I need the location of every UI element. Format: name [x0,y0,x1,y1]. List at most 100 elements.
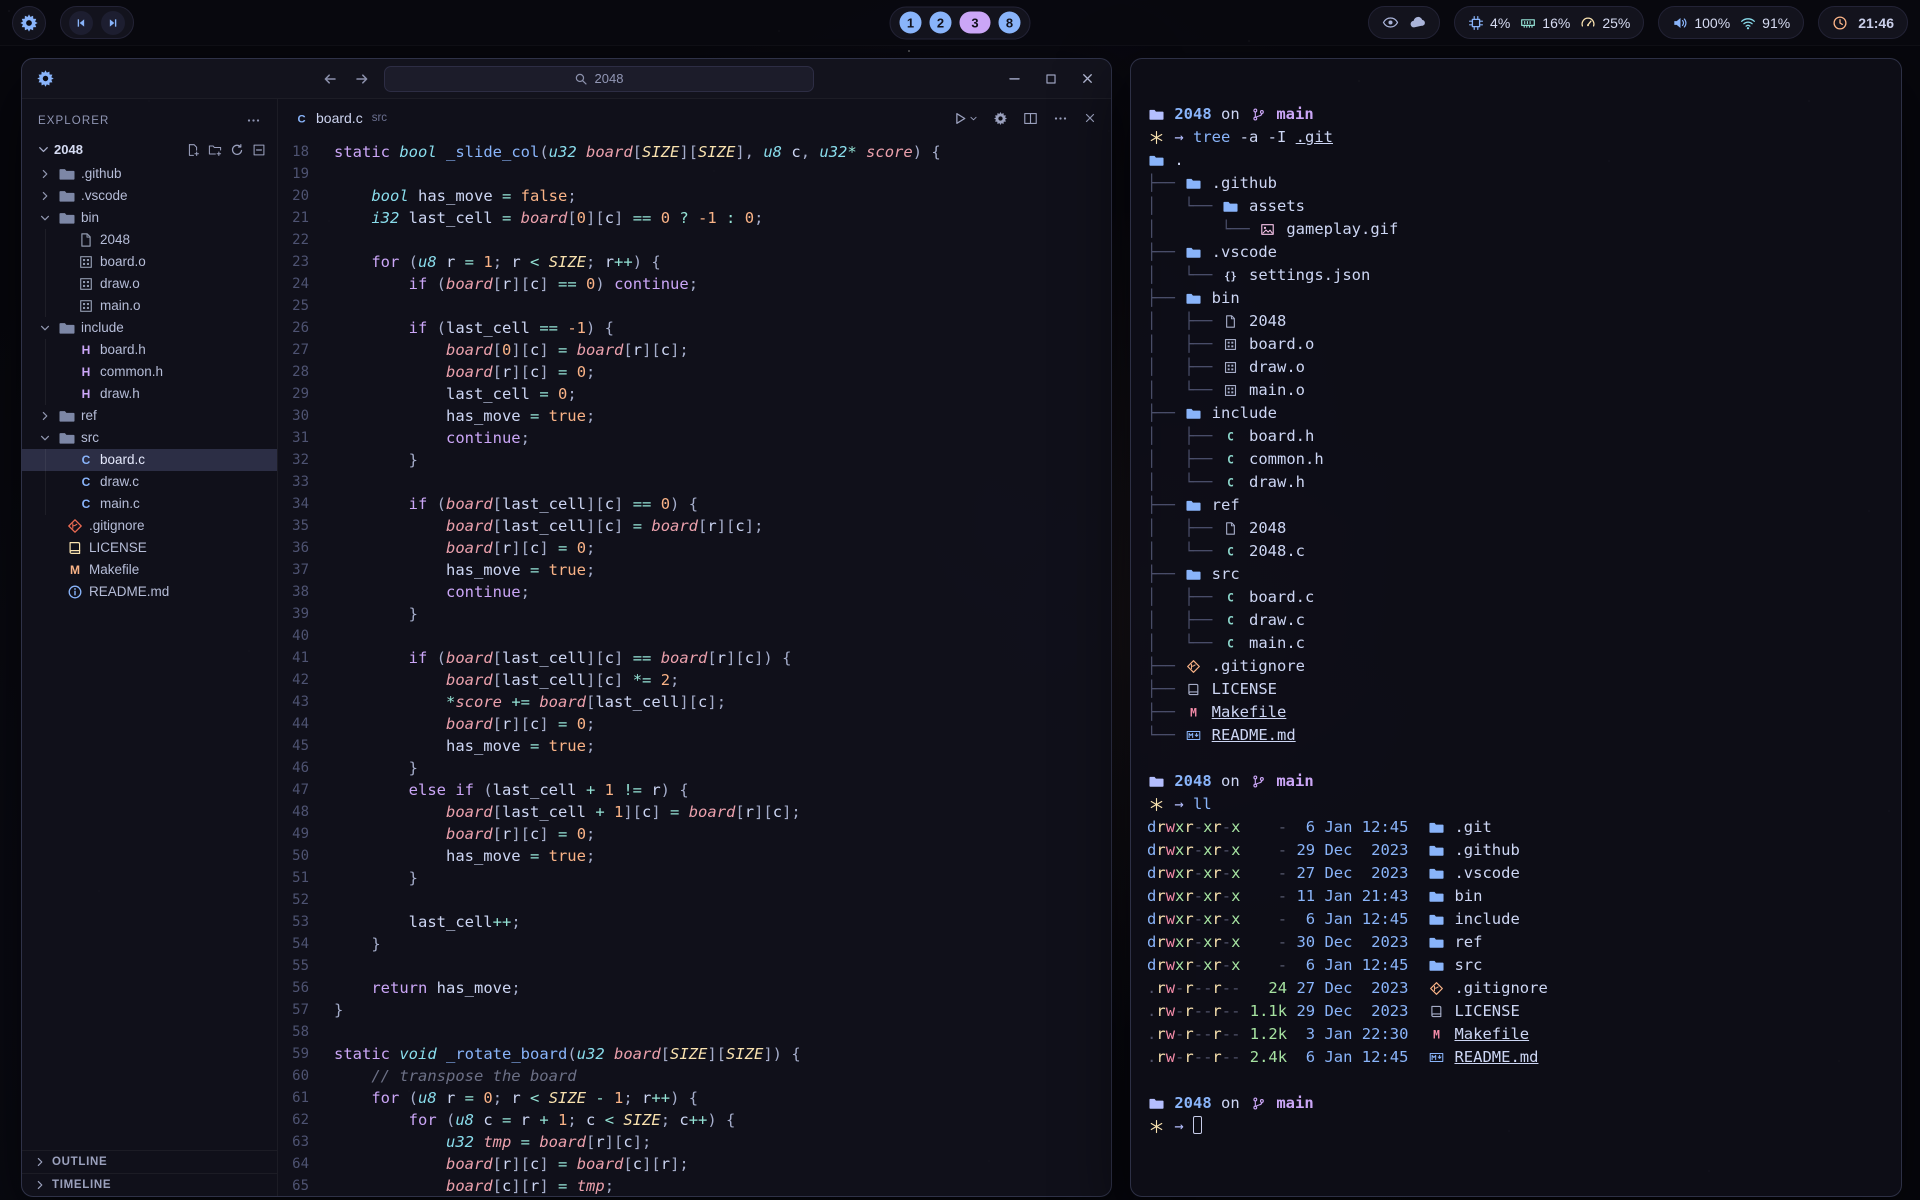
code-line-57[interactable]: 57} [278,999,1111,1021]
media-next-button[interactable] [101,11,125,35]
maximize-button[interactable] [1042,70,1060,88]
tree-item-include[interactable]: include [22,317,277,339]
code-line-60[interactable]: 60 // transpose the board [278,1065,1111,1087]
launcher-button[interactable] [12,6,46,40]
tree-item-README.md[interactable]: README.md [22,581,277,603]
new-file-button[interactable] [185,142,201,158]
code-line-46[interactable]: 46 } [278,757,1111,779]
explorer-more-button[interactable] [246,113,261,129]
workspace-button-1[interactable]: 1 [900,12,922,34]
run-button[interactable] [952,111,978,126]
tree-item-Makefile[interactable]: MMakefile [22,559,277,581]
weather-widget[interactable] [1368,6,1440,39]
new-folder-button[interactable] [207,142,223,158]
code-line-42[interactable]: 42 board[last_cell][c] *= 2; [278,669,1111,691]
nav-back-button[interactable] [320,69,340,89]
tree-item-draw.o[interactable]: draw.o [22,273,277,295]
code-line-58[interactable]: 58 [278,1021,1111,1043]
code-line-47[interactable]: 47 else if (last_cell + 1 != r) { [278,779,1111,801]
code-line-21[interactable]: 21 i32 last_cell = board[0][c] == 0 ? -1… [278,207,1111,229]
tree-item-bin[interactable]: bin [22,207,277,229]
code-line-27[interactable]: 27 board[0][c] = board[r][c]; [278,339,1111,361]
code-line-65[interactable]: 65 board[c][r] = tmp; [278,1175,1111,1196]
tree-item-draw.c[interactable]: Cdraw.c [22,471,277,493]
code-line-18[interactable]: 18static bool _slide_col(u32 board[SIZE]… [278,141,1111,163]
code-line-36[interactable]: 36 board[r][c] = 0; [278,537,1111,559]
code-line-44[interactable]: 44 board[r][c] = 0; [278,713,1111,735]
code-line-48[interactable]: 48 board[last_cell + 1][c] = board[r][c]… [278,801,1111,823]
code-line-30[interactable]: 30 has_move = true; [278,405,1111,427]
terminal-window[interactable]: 2048 on main → tree -a -I .git .├── .git… [1130,58,1902,1197]
code-line-34[interactable]: 34 if (board[last_cell][c] == 0) { [278,493,1111,515]
code-line-25[interactable]: 25 [278,295,1111,317]
tree-item-LICENSE[interactable]: LICENSE [22,537,277,559]
nav-forward-button[interactable] [352,69,372,89]
media-prev-button[interactable] [69,11,93,35]
code-line-49[interactable]: 49 board[r][c] = 0; [278,823,1111,845]
tree-item-src[interactable]: src [22,427,277,449]
workspace-button-2[interactable]: 2 [930,12,952,34]
tree-item-.github[interactable]: .github [22,163,277,185]
settings-button[interactable] [993,111,1008,126]
code-line-54[interactable]: 54 } [278,933,1111,955]
code-line-24[interactable]: 24 if (board[r][c] == 0) continue; [278,273,1111,295]
code-line-56[interactable]: 56 return has_move; [278,977,1111,999]
code-line-43[interactable]: 43 *score += board[last_cell][c]; [278,691,1111,713]
tree-item-board.o[interactable]: board.o [22,251,277,273]
code-line-55[interactable]: 55 [278,955,1111,977]
code-line-39[interactable]: 39 } [278,603,1111,625]
code-line-53[interactable]: 53 last_cell++; [278,911,1111,933]
close-editor-button[interactable] [1083,111,1097,125]
tree-item-2048[interactable]: 2048 [22,229,277,251]
code-line-33[interactable]: 33 [278,471,1111,493]
code-line-32[interactable]: 32 } [278,449,1111,471]
code-line-52[interactable]: 52 [278,889,1111,911]
tree-item-draw.h[interactable]: Hdraw.h [22,383,277,405]
tab-board-c[interactable]: C board.c src [294,110,387,126]
workspace-button-3[interactable]: 3 [960,12,991,34]
code-line-19[interactable]: 19 [278,163,1111,185]
code-line-64[interactable]: 64 board[r][c] = board[c][r]; [278,1153,1111,1175]
tree-item-.gitignore[interactable]: .gitignore [22,515,277,537]
code-editor[interactable]: 18static bool _slide_col(u32 board[SIZE]… [278,137,1111,1196]
tree-item-common.h[interactable]: Hcommon.h [22,361,277,383]
titlebar[interactable]: 2048 [22,59,1111,99]
tree-item-main.o[interactable]: main.o [22,295,277,317]
code-line-61[interactable]: 61 for (u8 r = 0; r < SIZE - 1; r++) { [278,1087,1111,1109]
tree-item-main.c[interactable]: Cmain.c [22,493,277,515]
close-button[interactable] [1078,69,1097,88]
code-line-35[interactable]: 35 board[last_cell][c] = board[r][c]; [278,515,1111,537]
tree-item-board.h[interactable]: Hboard.h [22,339,277,361]
code-line-40[interactable]: 40 [278,625,1111,647]
workspace-button-8[interactable]: 8 [999,12,1021,34]
code-line-37[interactable]: 37 has_move = true; [278,559,1111,581]
project-section-header[interactable]: 2048 [22,138,277,162]
code-line-20[interactable]: 20 bool has_move = false; [278,185,1111,207]
collapse-all-button[interactable] [251,142,267,158]
more-actions-button[interactable] [1053,111,1068,126]
code-line-26[interactable]: 26 if (last_cell == -1) { [278,317,1111,339]
code-line-59[interactable]: 59static void _rotate_board(u32 board[SI… [278,1043,1111,1065]
system-stats-widget[interactable]: 4% 16% 25% [1454,6,1644,39]
clock-widget[interactable]: 21:46 [1818,6,1908,39]
audio-network-widget[interactable]: 100% 91% [1658,6,1804,39]
code-line-51[interactable]: 51 } [278,867,1111,889]
timeline-section[interactable]: TIMELINE [22,1173,277,1196]
code-line-41[interactable]: 41 if (board[last_cell][c] == board[r][c… [278,647,1111,669]
code-line-38[interactable]: 38 continue; [278,581,1111,603]
refresh-button[interactable] [229,142,245,158]
tree-item-board.c[interactable]: Cboard.c [22,449,277,471]
code-line-45[interactable]: 45 has_move = true; [278,735,1111,757]
code-line-50[interactable]: 50 has_move = true; [278,845,1111,867]
code-line-63[interactable]: 63 u32 tmp = board[r][c]; [278,1131,1111,1153]
outline-section[interactable]: OUTLINE [22,1150,277,1173]
code-line-22[interactable]: 22 [278,229,1111,251]
tree-item-.vscode[interactable]: .vscode [22,185,277,207]
split-editor-button[interactable] [1023,111,1038,126]
code-line-31[interactable]: 31 continue; [278,427,1111,449]
code-line-62[interactable]: 62 for (u8 c = r + 1; c < SIZE; c++) { [278,1109,1111,1131]
minimize-button[interactable] [1005,69,1024,88]
tree-item-ref[interactable]: ref [22,405,277,427]
code-line-29[interactable]: 29 last_cell = 0; [278,383,1111,405]
code-line-23[interactable]: 23 for (u8 r = 1; r < SIZE; r++) { [278,251,1111,273]
